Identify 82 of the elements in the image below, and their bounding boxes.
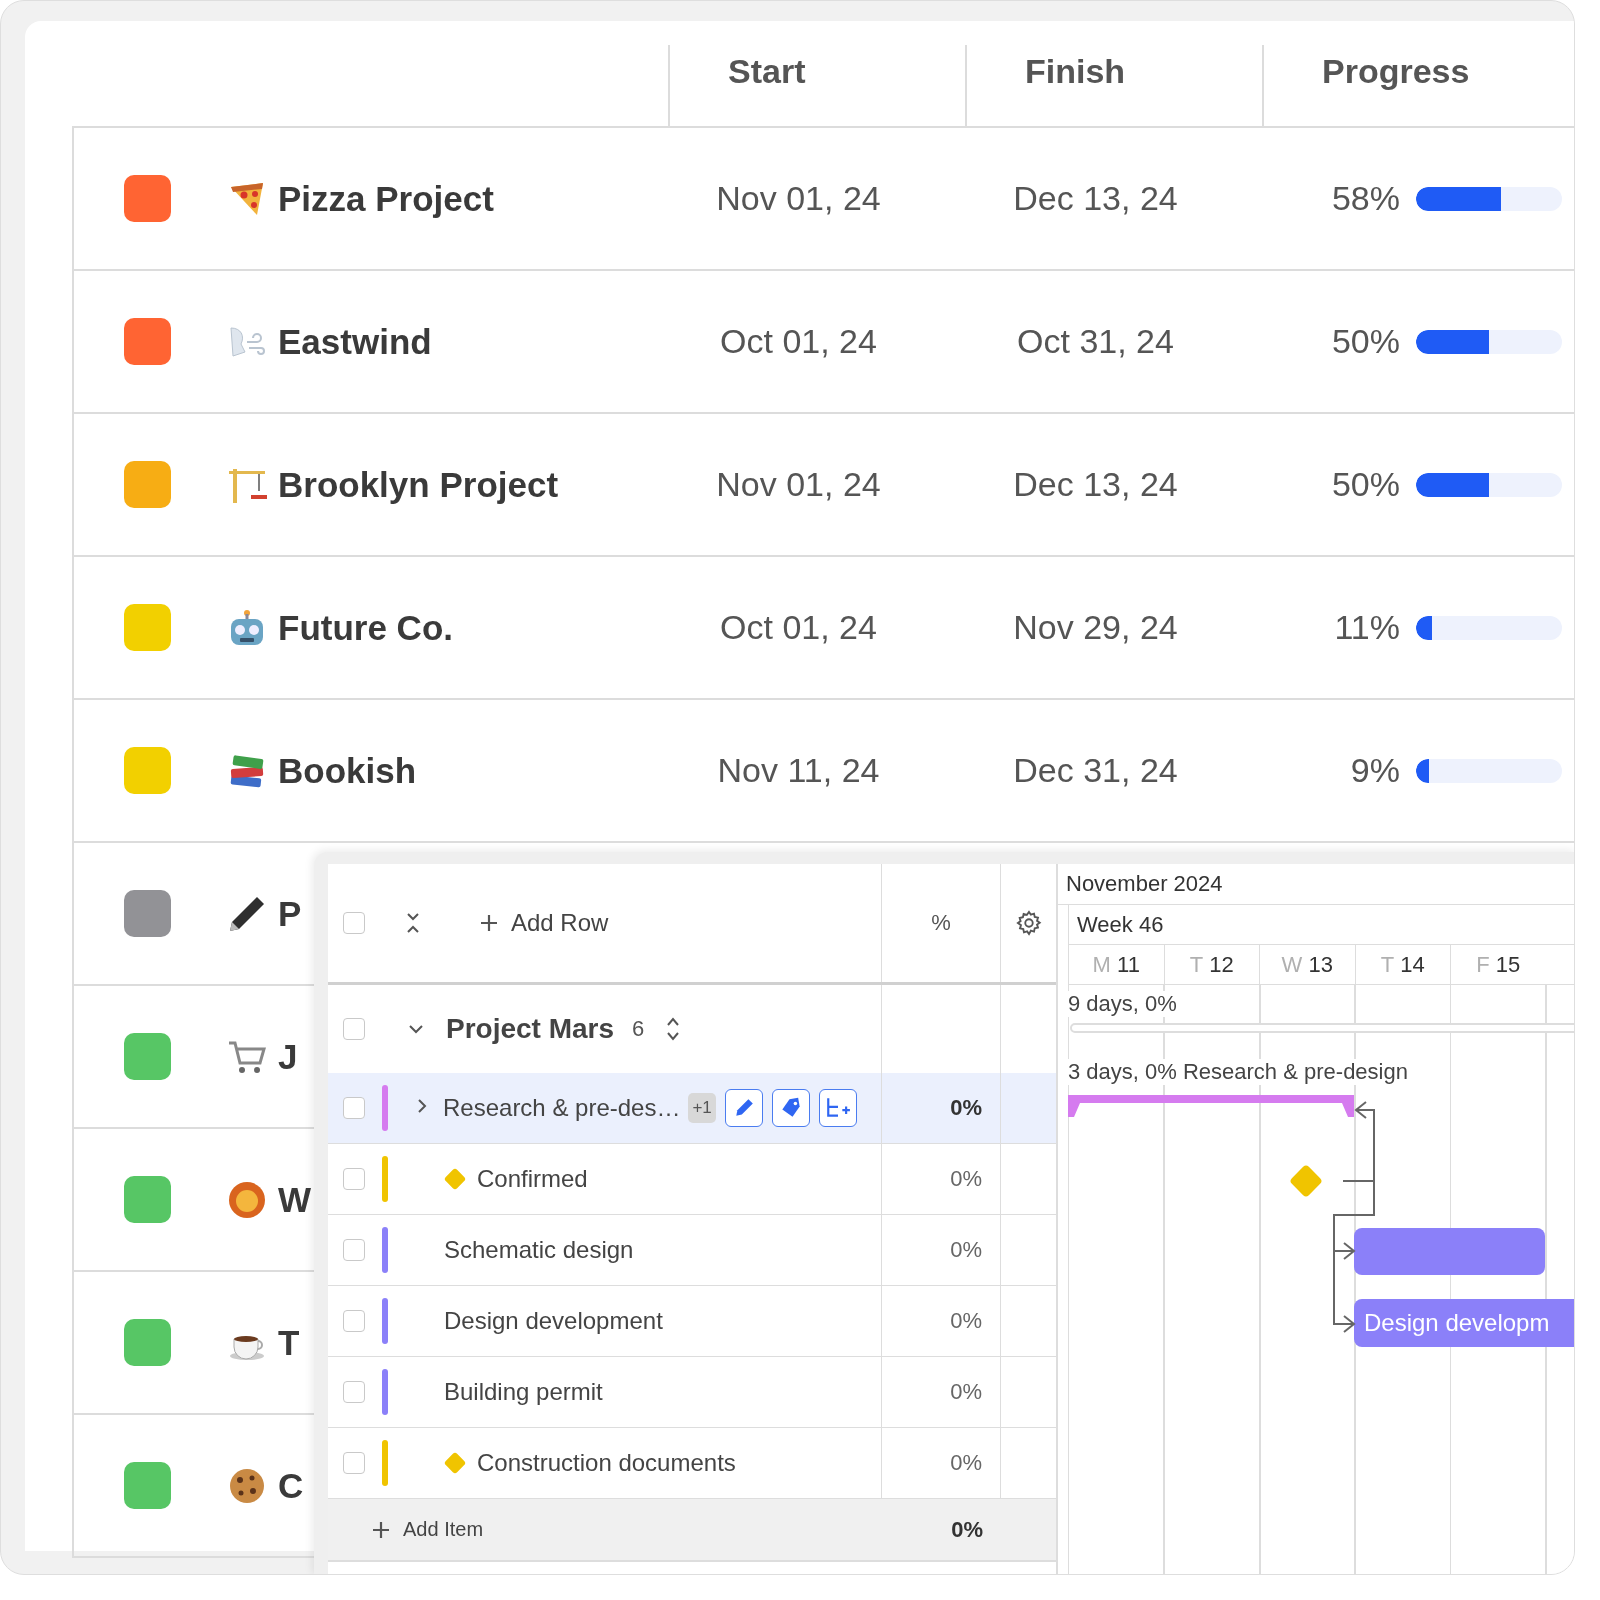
project-name[interactable]: Pizza Project <box>278 178 494 219</box>
plus-icon <box>479 913 499 933</box>
column-header: % <box>931 910 951 936</box>
bar-label: 9 days, 0% <box>1068 991 1177 1017</box>
checkbox[interactable] <box>343 1239 365 1261</box>
tag-icon <box>779 1097 802 1119</box>
checkbox[interactable] <box>343 1381 365 1403</box>
group-name[interactable]: Project Mars <box>446 1013 615 1045</box>
checkbox[interactable] <box>343 912 365 934</box>
percent-text: 0% <box>951 1516 983 1543</box>
progress-text: 50% <box>1331 322 1400 361</box>
percent-text: 0% <box>950 1308 982 1334</box>
subtask-icon <box>824 1097 851 1119</box>
project-name[interactable]: T <box>278 1322 300 1363</box>
add-subtask-button[interactable] <box>818 1089 857 1127</box>
percent-text: 0% <box>950 1237 982 1263</box>
date-text: Nov 11, 24 <box>717 751 880 789</box>
task-row[interactable]: Building permit 0% <box>328 1357 1056 1428</box>
project-name[interactable]: Brooklyn Project <box>278 464 559 505</box>
task-row[interactable]: Schematic design 0% <box>328 1215 1056 1286</box>
checkbox[interactable] <box>343 1310 365 1332</box>
percent-text: 0% <box>950 1095 982 1121</box>
date-text: Nov 01, 24 <box>716 465 881 503</box>
percent-text: 0% <box>950 1166 982 1192</box>
month-label: November 2024 <box>1066 871 1223 897</box>
project-name[interactable]: Bookish <box>278 750 417 791</box>
sort-icon[interactable] <box>666 1015 681 1043</box>
task-row[interactable]: Confirmed 0% <box>328 1144 1056 1215</box>
day-label: W 13 <box>1281 951 1333 978</box>
column-header: Start <box>728 52 806 91</box>
edit-button[interactable] <box>724 1089 763 1127</box>
checkbox[interactable] <box>343 1452 365 1474</box>
collapse-icon[interactable] <box>405 911 421 935</box>
date-text: Dec 13, 24 <box>1013 179 1178 217</box>
project-name[interactable]: Eastwind <box>278 321 432 362</box>
plus-icon <box>371 1519 391 1540</box>
checkbox[interactable] <box>343 1168 365 1190</box>
tag-button[interactable] <box>771 1089 810 1127</box>
task-name[interactable]: Construction documents <box>477 1449 736 1477</box>
count-text: 6 <box>632 1016 645 1042</box>
day-label: T 12 <box>1189 951 1234 978</box>
project-name[interactable]: W <box>278 1179 312 1220</box>
percent-text: 0% <box>950 1379 982 1405</box>
column-header: Finish <box>1025 52 1126 91</box>
task-name[interactable]: Research & pre-des… <box>443 1094 681 1122</box>
day-label: M 11 <box>1092 951 1140 978</box>
task-name[interactable]: Building permit <box>444 1378 603 1406</box>
date-text: Dec 13, 24 <box>1013 465 1178 503</box>
settings-icon[interactable] <box>1014 909 1043 937</box>
bar-label: 3 days, 0% Research & pre-design <box>1068 1059 1408 1085</box>
percent-text: 0% <box>950 1450 982 1476</box>
task-row[interactable]: Design development 0% <box>328 1286 1056 1357</box>
project-name[interactable]: P <box>278 893 302 934</box>
date-text: Oct 31, 24 <box>1017 322 1174 360</box>
checkbox[interactable] <box>343 1097 365 1119</box>
add-row-button[interactable]: Add Row <box>479 909 609 937</box>
task-name[interactable]: Confirmed <box>477 1165 588 1193</box>
day-label: T 14 <box>1380 951 1425 978</box>
date-text: Oct 01, 24 <box>720 608 877 646</box>
progress-text: 11% <box>1334 608 1400 647</box>
day-label: F 15 <box>1476 951 1521 978</box>
task-bar[interactable] <box>1354 1228 1545 1275</box>
task-row[interactable]: Research & pre-des… +1 0% <box>328 1073 1056 1144</box>
progress-text: 9% <box>1350 751 1400 790</box>
task-name[interactable]: Schematic design <box>444 1236 634 1264</box>
progress-text: 58% <box>1331 179 1400 218</box>
checkbox[interactable] <box>343 1018 365 1040</box>
summary-bracket[interactable] <box>1068 1095 1354 1117</box>
date-text: Nov 01, 24 <box>716 179 881 217</box>
column-header: Progress <box>1322 52 1470 91</box>
progress-text: 50% <box>1331 465 1400 504</box>
week-label: Week 46 <box>1077 911 1164 938</box>
project-name[interactable]: C <box>278 1465 304 1506</box>
lion-icon <box>227 1179 267 1220</box>
date-text: Nov 29, 24 <box>1013 608 1178 646</box>
project-name[interactable]: Future Co. <box>278 607 453 648</box>
date-text: Oct 01, 24 <box>720 322 877 360</box>
count-badge: +1 <box>688 1093 716 1123</box>
date-text: Dec 31, 24 <box>1013 751 1178 789</box>
add-item-button[interactable]: Add Item <box>371 1518 484 1541</box>
task-name[interactable]: Design development <box>444 1307 663 1335</box>
project-name[interactable]: J <box>278 1036 298 1077</box>
